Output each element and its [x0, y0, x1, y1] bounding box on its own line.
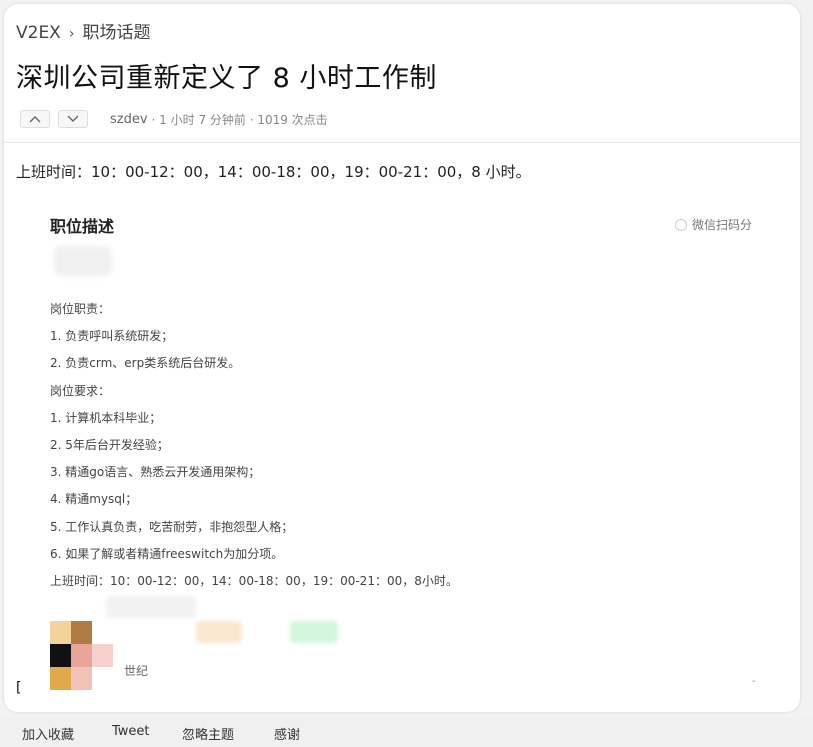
topic-card: V2EX › 职场话题 深圳公司重新定义了 8 小时工作制 szdev · 1 小时…	[4, 4, 800, 712]
ignore-topic-link[interactable]: 忽略主题	[182, 724, 234, 743]
breadcrumb-node-link[interactable]: 职场话题	[82, 23, 150, 43]
upvote-icon	[29, 116, 41, 123]
topic-footer: 加入收藏 Tweet 忽略主题 感谢	[0, 718, 813, 747]
job-line: 上班时间：10：00-12：00，14：00-18：00，19：00-21：00…	[50, 574, 458, 589]
topic-title: 深圳公司重新定义了 8 小时工作制	[16, 63, 437, 94]
topic-meta-text: · 1 小时 7 分钟前 · 1019 次点击	[151, 112, 328, 127]
blurred-tag	[106, 596, 196, 618]
job-line: 5. 工作认真负责，吃苦耐劳，非抱怨型人格；	[50, 519, 294, 534]
tweet-link[interactable]: Tweet	[112, 724, 150, 739]
downvote-button[interactable]	[58, 110, 88, 128]
job-line: 4. 精通mysql；	[50, 492, 138, 507]
upvote-button[interactable]	[20, 110, 50, 128]
job-line: 3. 精通go语言、熟悉云开发通用架构；	[50, 465, 261, 480]
author-link[interactable]: szdev	[110, 112, 148, 127]
breadcrumb-site-link[interactable]: V2EX	[16, 23, 61, 43]
breadcrumb-separator: ›	[68, 26, 75, 42]
wechat-share-label: 微信扫码分	[691, 218, 752, 232]
wechat-icon	[674, 218, 687, 231]
signature-text: 世纪	[124, 664, 149, 678]
topic-meta: szdev · 1 小时 7 分钟前 · 1019 次点击	[20, 110, 328, 128]
favorite-link[interactable]: 加入收藏	[22, 724, 74, 743]
pixelated-avatar	[50, 621, 114, 691]
job-line: 岗位职责：	[50, 302, 111, 316]
topic-content: 上班时间：10：00-12：00，14：00-18：00，19：00-21：00…	[16, 163, 531, 181]
job-line: 2. 5年后台开发经验；	[50, 438, 169, 453]
blurred-tag	[290, 621, 338, 643]
breadcrumb: V2EX › 职场话题	[16, 18, 150, 43]
wechat-share: 微信扫码分	[674, 216, 752, 233]
downvote-icon	[67, 115, 79, 122]
job-description-lines: 岗位职责： 1. 负责呼叫系统研发； 2. 负责crm、erp类系统后台研发。 …	[50, 296, 458, 595]
blurred-company-logo	[54, 246, 112, 276]
divider	[4, 142, 800, 143]
job-line: 6. 如果了解或者精通freeswitch为加分项。	[50, 546, 284, 561]
blurred-tag	[196, 621, 242, 643]
job-line: 2. 负责crm、erp类系统后台研发。	[50, 356, 241, 371]
thanks-link[interactable]: 感谢	[274, 724, 300, 743]
job-line: 1. 负责呼叫系统研发；	[50, 329, 174, 344]
job-description-image: 职位描述 微信扫码分 岗位职责： 1. 负责呼叫系统研发； 2. 负责crm、e…	[20, 196, 780, 690]
dot-mark: -	[752, 676, 756, 687]
text-cursor: [	[16, 680, 22, 696]
job-line: 1. 计算机本科毕业；	[50, 410, 162, 425]
job-line: 岗位要求：	[50, 383, 111, 398]
job-heading: 职位描述	[50, 217, 115, 236]
